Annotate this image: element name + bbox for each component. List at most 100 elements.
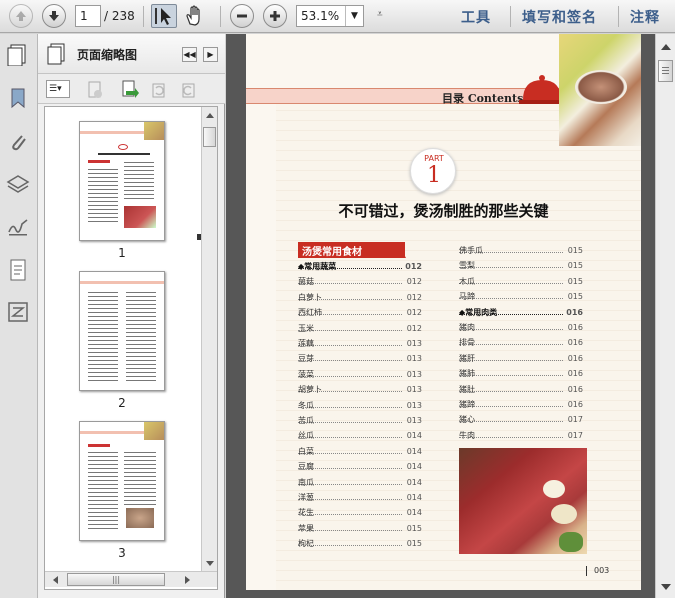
entry-name: ◆常用蔬菜 bbox=[298, 262, 337, 271]
entry-page: 014 bbox=[406, 508, 422, 518]
thumbnail-scroll-thumb[interactable] bbox=[203, 127, 216, 147]
fill-sign-link[interactable]: 填写和签名 bbox=[522, 7, 597, 27]
signature-icon[interactable] bbox=[6, 214, 30, 238]
entry-name: 白菜 bbox=[298, 446, 314, 456]
entry-name: 菠菜 bbox=[298, 369, 314, 379]
bookmark-icon[interactable] bbox=[6, 86, 30, 110]
contents-row[interactable]: 苹果 015 bbox=[298, 522, 422, 536]
entry-name: 猪心 bbox=[459, 415, 475, 425]
document-vertical-scrollbar[interactable] bbox=[655, 34, 675, 598]
contents-row[interactable]: 洋葱 014 bbox=[298, 491, 422, 505]
entry-name: 苦瓜 bbox=[298, 416, 314, 425]
entry-name: 佛手瓜 bbox=[459, 246, 483, 255]
contents-row[interactable]: 马蹄 015 bbox=[459, 290, 583, 304]
page-thumbnail-3[interactable] bbox=[79, 421, 165, 541]
contents-row[interactable]: 猪肚 016 bbox=[459, 383, 583, 397]
rotate-left-icon[interactable] bbox=[150, 81, 168, 99]
contents-row[interactable]: 胡萝卜 013 bbox=[298, 383, 422, 397]
contents-row[interactable]: 木瓜 015 bbox=[459, 275, 583, 289]
contents-row[interactable]: 玉米 012 bbox=[298, 322, 422, 336]
entry-name: 莲藕 bbox=[298, 339, 314, 348]
contents-row[interactable]: 佛手瓜 015 bbox=[459, 244, 583, 258]
select-tool-button[interactable] bbox=[151, 4, 177, 28]
contents-row[interactable]: 枸杞 015 bbox=[298, 537, 422, 551]
comment-link[interactable]: 注释 bbox=[630, 7, 660, 27]
contents-row[interactable]: 排骨 016 bbox=[459, 336, 583, 350]
contents-row[interactable]: 雪梨 015 bbox=[459, 259, 583, 273]
layers-icon[interactable] bbox=[6, 172, 30, 196]
previous-page-button[interactable] bbox=[9, 4, 33, 28]
entry-name: 丝瓜 bbox=[298, 431, 314, 441]
extract-page-icon[interactable] bbox=[120, 80, 140, 100]
panel-title: 页面缩略图 bbox=[77, 48, 138, 62]
entry-name: 菌菇 bbox=[298, 277, 314, 287]
entry-page: 013 bbox=[406, 369, 422, 379]
page-thumbnails-icon[interactable] bbox=[6, 42, 30, 66]
document-page: 目录 Contents PART 1 不可错过，煲汤制胜的那些关键 汤煲常用食材… bbox=[246, 34, 641, 590]
contents-category-row[interactable]: ◆常用蔬菜 012 bbox=[298, 260, 422, 274]
entry-page: 012 bbox=[406, 292, 422, 302]
rotate-right-icon[interactable] bbox=[180, 81, 198, 99]
contents-row[interactable]: 丝瓜 014 bbox=[298, 429, 422, 443]
tools-link[interactable]: 工具 bbox=[461, 7, 491, 27]
contents-row[interactable]: 花生 014 bbox=[298, 506, 422, 520]
entry-page: 016 bbox=[567, 338, 583, 348]
options-menu-button[interactable]: ☰▾ bbox=[46, 80, 70, 98]
entry-name: 花生 bbox=[298, 508, 314, 518]
thumbnail-vertical-scrollbar[interactable] bbox=[201, 107, 217, 571]
contents-row[interactable]: 牛肉 017 bbox=[459, 429, 583, 443]
contents-row[interactable]: 豆芽 013 bbox=[298, 352, 422, 366]
page-number: 003 bbox=[594, 566, 610, 575]
chevron-down-icon[interactable]: ▼ bbox=[345, 6, 363, 26]
contents-row[interactable]: 莲藕 013 bbox=[298, 337, 422, 351]
expand-panel-button[interactable]: ▶ bbox=[203, 47, 218, 62]
contents-row[interactable]: 冬瓜 013 bbox=[298, 399, 422, 413]
page-number-input[interactable]: 1 bbox=[75, 5, 101, 27]
entry-page: 015 bbox=[406, 523, 422, 533]
contents-row[interactable]: 菌菇 012 bbox=[298, 275, 422, 289]
compare-icon[interactable] bbox=[6, 300, 30, 324]
contents-category-row[interactable]: ◆常用肉类 016 bbox=[459, 306, 583, 320]
entry-name: 洋葱 bbox=[298, 493, 314, 502]
entry-page: 014 bbox=[406, 477, 422, 487]
entry-page: 013 bbox=[406, 354, 422, 364]
toolbar-options-icon[interactable]: ⩡ bbox=[377, 9, 383, 20]
page-thumbnail-2[interactable] bbox=[79, 271, 165, 391]
entry-name: 猪肝 bbox=[459, 353, 475, 363]
page-thumbnail-1[interactable] bbox=[79, 121, 165, 241]
document-viewport[interactable]: 目录 Contents PART 1 不可错过，煲汤制胜的那些关键 汤煲常用食材… bbox=[226, 34, 675, 598]
zoom-level-select[interactable]: 53.1% ▼ bbox=[296, 5, 364, 27]
contents-header: 目录 Contents bbox=[442, 92, 524, 105]
delete-page-icon[interactable] bbox=[86, 81, 104, 99]
attachment-icon[interactable] bbox=[6, 130, 30, 154]
zoom-in-button[interactable] bbox=[263, 4, 287, 28]
contents-row[interactable]: 猪肺 016 bbox=[459, 367, 583, 381]
collapse-panel-button[interactable]: ◀◀ bbox=[182, 47, 197, 62]
contents-row[interactable]: 猪心 017 bbox=[459, 413, 583, 427]
page-content-icon[interactable] bbox=[6, 258, 30, 282]
entry-name: 猪肺 bbox=[459, 369, 475, 379]
soup-photo bbox=[559, 34, 641, 146]
entry-page: 012 bbox=[405, 262, 422, 271]
horizontal-scroll-thumb[interactable]: ||| bbox=[67, 573, 165, 586]
document-scroll-thumb[interactable] bbox=[658, 60, 673, 82]
entry-page: 012 bbox=[406, 308, 422, 318]
contents-row[interactable]: 猪肝 016 bbox=[459, 352, 583, 366]
contents-row[interactable]: 南瓜 014 bbox=[298, 476, 422, 490]
hand-tool-button[interactable] bbox=[183, 4, 209, 28]
contents-row[interactable]: 菠菜 013 bbox=[298, 368, 422, 382]
entry-page: 013 bbox=[406, 385, 422, 395]
contents-row[interactable]: 白菜 014 bbox=[298, 445, 422, 459]
zoom-out-button[interactable] bbox=[230, 4, 254, 28]
next-page-button[interactable] bbox=[42, 4, 66, 28]
contents-row[interactable]: 豆腐 014 bbox=[298, 460, 422, 474]
cursor-icon bbox=[155, 8, 171, 25]
contents-row[interactable]: 白萝卜 012 bbox=[298, 291, 422, 305]
thumbnail-horizontal-scrollbar[interactable]: ||| bbox=[45, 571, 217, 587]
contents-row[interactable]: 苦瓜 013 bbox=[298, 414, 422, 428]
plus-icon bbox=[270, 11, 280, 21]
contents-row[interactable]: 西红柿 012 bbox=[298, 306, 422, 320]
contents-row[interactable]: 猪肉 016 bbox=[459, 321, 583, 335]
contents-row[interactable]: 猪蹄 016 bbox=[459, 398, 583, 412]
thumbnail-list[interactable]: 1 2 3 ||| bbox=[44, 106, 218, 590]
